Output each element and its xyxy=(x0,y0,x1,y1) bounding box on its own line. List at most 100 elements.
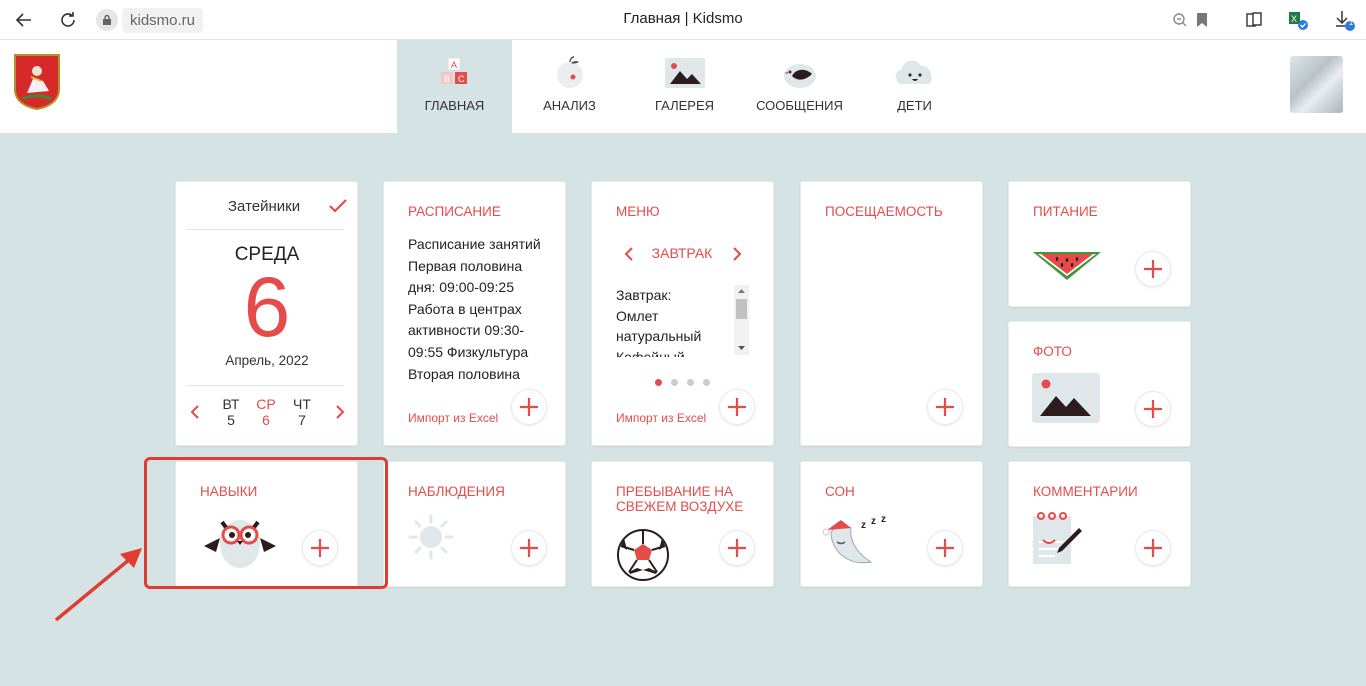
reload-icon[interactable] xyxy=(56,8,80,32)
add-schedule-button[interactable] xyxy=(511,389,547,425)
nav-item-gallery[interactable]: ГАЛЕРЕЯ xyxy=(627,40,742,133)
attendance-card[interactable]: ПОСЕЩАЕМОСТЬ xyxy=(800,181,983,446)
sleep-card[interactable]: СОН z z z xyxy=(800,461,983,587)
check-icon[interactable] xyxy=(328,198,348,219)
next-day-icon[interactable] xyxy=(335,404,345,425)
photo-card[interactable]: ФОТО xyxy=(1008,321,1191,447)
menu-card[interactable]: МЕНЮ ЗАВТРАК Завтрак: Омлет натуральный … xyxy=(591,181,774,446)
add-nutrition-button[interactable] xyxy=(1135,251,1171,287)
plus-icon xyxy=(1144,260,1162,278)
divider xyxy=(186,229,344,230)
add-menu-button[interactable] xyxy=(719,389,755,425)
import-excel-link[interactable]: Импорт из Excel xyxy=(616,411,706,425)
plus-icon xyxy=(520,398,538,416)
page-dot[interactable] xyxy=(687,379,694,386)
add-outdoor-button[interactable] xyxy=(719,530,755,566)
add-photo-button[interactable] xyxy=(1135,391,1171,427)
browser-toolbar: kidsmo.ru Главная | Kidsmo X 1 xyxy=(0,0,1366,40)
page-dot[interactable] xyxy=(671,379,678,386)
week-day-wed[interactable]: СР 6 xyxy=(251,396,281,428)
add-observation-button[interactable] xyxy=(511,530,547,566)
photo-icon xyxy=(1032,373,1100,428)
day-number: 6 xyxy=(243,260,291,354)
week-day-tue[interactable]: ВТ 5 xyxy=(216,396,246,428)
bookmark-icon[interactable] xyxy=(1190,8,1214,32)
card-title: ПРЕБЫВАНИЕ НА СВЕЖЕМ ВОЗДУХЕ xyxy=(616,484,744,514)
week-day-abbr: ВТ xyxy=(222,396,240,412)
svg-text:z: z xyxy=(881,514,886,525)
week-day-thu[interactable]: ЧТ 7 xyxy=(287,396,317,428)
downloads-icon[interactable]: 1 xyxy=(1332,8,1356,32)
user-avatar[interactable] xyxy=(1290,56,1343,113)
soccer-ball-icon xyxy=(616,528,670,587)
prev-day-icon[interactable] xyxy=(190,404,200,425)
nav-label: ДЕТИ xyxy=(897,98,932,113)
card-title: КОММЕНТАРИИ xyxy=(1033,484,1138,499)
menu-pagination xyxy=(655,379,710,386)
cloud-icon xyxy=(891,54,939,92)
nav-label: ГАЛЕРЕЯ xyxy=(654,98,715,113)
nav-item-analysis[interactable]: АНАЛИЗ xyxy=(512,40,627,133)
svg-text:C: C xyxy=(458,74,465,84)
page-dot[interactable] xyxy=(703,379,710,386)
week-day-abbr: ЧТ xyxy=(293,396,311,412)
card-title: ПОСЕЩАЕМОСТЬ xyxy=(825,204,943,219)
group-name[interactable]: Затейники xyxy=(228,198,300,215)
bird-icon xyxy=(776,54,824,92)
collections-icon[interactable] xyxy=(1242,8,1266,32)
sleeping-moon-icon: z z z xyxy=(821,512,893,573)
month-year: Апрель, 2022 xyxy=(225,353,309,368)
schedule-card[interactable]: РАСПИСАНИЕ Расписание занятий Первая пол… xyxy=(383,181,566,446)
notepad-icon xyxy=(1031,512,1083,573)
zoom-icon[interactable] xyxy=(1168,8,1192,32)
plus-icon xyxy=(1144,539,1162,557)
coat-of-arms-logo[interactable] xyxy=(13,53,61,111)
excel-extension-icon[interactable]: X xyxy=(1286,8,1310,32)
lock-icon[interactable] xyxy=(96,9,118,31)
menu-scrollbar[interactable] xyxy=(734,285,749,355)
card-title: РАСПИСАНИЕ xyxy=(408,204,501,219)
url-text[interactable]: kidsmo.ru xyxy=(122,7,204,33)
svg-text:A: A xyxy=(451,60,457,70)
week-day-num: 7 xyxy=(298,412,306,428)
page-dot[interactable] xyxy=(655,379,662,386)
abc-blocks-icon: A B C xyxy=(431,54,479,92)
svg-text:z: z xyxy=(871,516,876,527)
sun-icon xyxy=(408,514,454,565)
card-title: ПИТАНИЕ xyxy=(1033,204,1098,219)
plus-icon xyxy=(1144,400,1162,418)
next-meal-icon[interactable] xyxy=(732,246,742,267)
add-comment-button[interactable] xyxy=(1135,530,1171,566)
outdoor-card[interactable]: ПРЕБЫВАНИЕ НА СВЕЖЕМ ВОЗДУХЕ xyxy=(591,461,774,587)
week-day-num: 5 xyxy=(227,412,235,428)
comments-card[interactable]: КОММЕНТАРИИ xyxy=(1008,461,1191,587)
main-nav: A B C ГЛАВНАЯ АНАЛИЗ ГАЛЕРЕЯ СООБЩЕНИЯ Д… xyxy=(397,40,972,133)
schedule-text: Расписание занятий Первая половина дня: … xyxy=(408,236,541,382)
svg-text:X: X xyxy=(1291,14,1297,24)
picture-icon xyxy=(661,54,709,92)
nav-label: СООБЩЕНИЯ xyxy=(756,98,843,113)
nav-label: ГЛАВНАЯ xyxy=(424,98,485,113)
divider xyxy=(186,385,344,386)
nav-item-home[interactable]: A B C ГЛАВНАЯ xyxy=(397,40,512,133)
address-bar[interactable]: kidsmo.ru xyxy=(96,7,204,33)
nav-label: АНАЛИЗ xyxy=(543,98,596,113)
observations-card[interactable]: НАБЛЮДЕНИЯ xyxy=(383,461,566,587)
import-excel-link[interactable]: Импорт из Excel xyxy=(408,411,498,425)
nav-item-messages[interactable]: СООБЩЕНИЯ xyxy=(742,40,857,133)
add-sleep-button[interactable] xyxy=(927,530,963,566)
nav-item-children[interactable]: ДЕТИ xyxy=(857,40,972,133)
plus-icon xyxy=(728,539,746,557)
menu-text: Завтрак: Омлет натуральный Кофейный xyxy=(616,287,702,357)
add-attendance-button[interactable] xyxy=(927,389,963,425)
svg-text:B: B xyxy=(444,74,450,84)
annotation-arrow xyxy=(50,540,150,630)
back-icon[interactable] xyxy=(12,8,36,32)
card-title: НАБЛЮДЕНИЯ xyxy=(408,484,505,499)
date-card: Затейники СРЕДА 6 Апрель, 2022 ВТ 5 СР 6… xyxy=(175,181,358,446)
nutrition-card[interactable]: ПИТАНИЕ xyxy=(1008,181,1191,307)
annotation-highlight-box xyxy=(144,457,388,589)
scroll-thumb[interactable] xyxy=(736,299,747,319)
selected-meal[interactable]: ЗАВТРАК xyxy=(616,245,748,261)
browser-page-title: Главная | Kidsmo xyxy=(623,10,743,27)
